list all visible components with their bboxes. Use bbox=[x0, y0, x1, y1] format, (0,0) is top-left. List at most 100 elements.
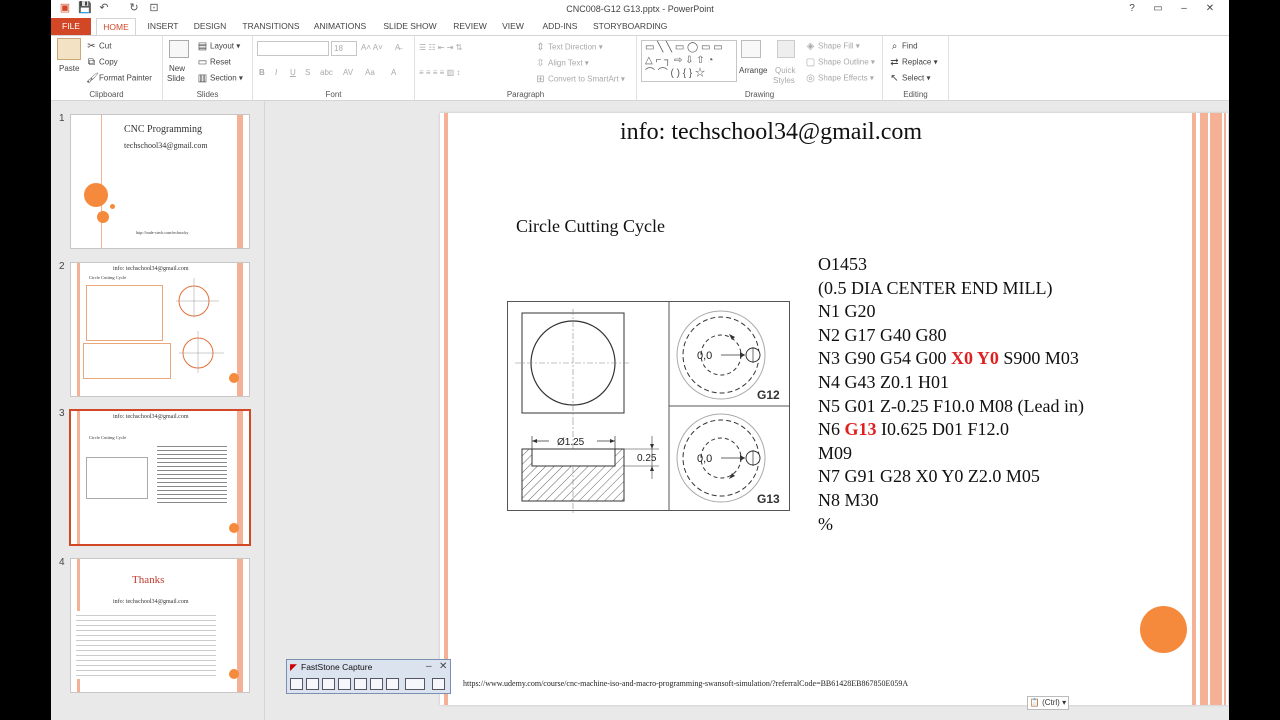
quick-styles-button[interactable]: Quick bbox=[775, 66, 795, 75]
decorative-orange-circle bbox=[1140, 606, 1187, 653]
capture-scroll-icon[interactable] bbox=[370, 678, 383, 690]
select-button[interactable]: ↖ Select ▾ bbox=[889, 73, 930, 84]
shape-effects-button[interactable]: ◎ Shape Effects ▾ bbox=[805, 73, 874, 84]
new-slide-button-line2[interactable]: Slide bbox=[167, 74, 185, 83]
ribbon-display-button[interactable]: ▭ bbox=[1145, 1, 1171, 16]
shape-outline-button[interactable]: ▢ Shape Outline ▾ bbox=[805, 57, 875, 68]
circle-cutting-drawing[interactable]: Ø1.25 0.25 0,0 G12 0,0 G13 bbox=[507, 301, 791, 513]
slide-thumb-2[interactable]: info: techschool34@gmail.com Circle Cutt… bbox=[70, 262, 250, 397]
gcode-program[interactable]: O1453 (0.5 DIA CENTER END MILL) N1 G20 N… bbox=[818, 253, 1084, 536]
faststone-logo-icon: ◤ bbox=[290, 662, 297, 672]
quick-styles-icon[interactable] bbox=[777, 40, 795, 58]
thumb-1-number: 1 bbox=[59, 113, 65, 124]
copy-label: Copy bbox=[99, 57, 118, 67]
font-size-box[interactable]: 18 bbox=[331, 41, 357, 56]
new-slide-button[interactable]: New bbox=[169, 64, 185, 73]
capture-freehand-icon[interactable] bbox=[338, 678, 351, 690]
slide-thumb-3[interactable]: info: techschool34@gmail.com Circle Cutt… bbox=[69, 409, 251, 546]
layout-button[interactable]: ▤ Layout ▾ bbox=[197, 41, 241, 52]
title-bar: ▣ 💾 ↶ ↻ ⊡ CNC008-G12 G13.pptx - PowerPoi… bbox=[51, 0, 1229, 18]
copy-icon: ⧉ bbox=[87, 57, 96, 68]
align-text-button[interactable]: ⇳ Align Text ▾ bbox=[535, 58, 589, 69]
tab-slide-show[interactable]: SLIDE SHOW bbox=[381, 18, 439, 35]
minimize-icon[interactable]: – bbox=[426, 661, 432, 672]
new-slide-icon[interactable] bbox=[169, 40, 189, 58]
code-text: N6 bbox=[818, 419, 845, 440]
clear-format-icon[interactable]: A̶ bbox=[395, 43, 400, 52]
capture-rect-icon[interactable] bbox=[322, 678, 335, 690]
powerpoint-window: ▣ 💾 ↶ ↻ ⊡ CNC008-G12 G13.pptx - PowerPoi… bbox=[51, 0, 1229, 720]
arrange-icon[interactable] bbox=[741, 40, 761, 58]
tab-transitions[interactable]: TRANSITIONS bbox=[241, 18, 301, 35]
tab-insert[interactable]: INSERT bbox=[146, 18, 180, 35]
close-icon[interactable]: ✕ bbox=[439, 661, 447, 672]
current-slide[interactable]: info: techschool34@gmail.com Circle Cutt… bbox=[440, 113, 1228, 705]
bullets-icon[interactable]: ☰ ☷ ⇤ ⇥ ⇅ bbox=[419, 43, 462, 52]
shapes-gallery[interactable]: ▭ ╲ ╲ ▭ ◯ ▭ ▭ △ ⌐ ┐ ⇨ ⇩ ⇧ ◔ ⌒ ⌒ ( ) { } ☆ bbox=[641, 40, 737, 82]
faststone-capture-toolbar[interactable]: ◤ FastStone Capture – ✕ bbox=[286, 659, 451, 694]
slide-thumb-4[interactable]: Thanks info: techschool34@gmail.com bbox=[70, 558, 250, 693]
font-name-box[interactable] bbox=[257, 41, 329, 56]
code-line: N8 M30 bbox=[818, 489, 879, 510]
paste-options-button[interactable]: 📋 (Ctrl) ▾ bbox=[1027, 696, 1069, 710]
italic-icon[interactable]: I bbox=[275, 68, 277, 77]
quick-styles-button-line2[interactable]: Styles bbox=[773, 76, 795, 85]
capture-object-icon[interactable] bbox=[306, 678, 319, 690]
slide-header[interactable]: info: techschool34@gmail.com bbox=[620, 119, 922, 146]
tab-home[interactable]: HOME bbox=[96, 18, 136, 35]
tab-design[interactable]: DESIGN bbox=[191, 18, 229, 35]
case-icon[interactable]: Aa bbox=[365, 68, 375, 77]
close-window-button[interactable]: ✕ bbox=[1197, 1, 1223, 16]
font-color-icon[interactable]: A bbox=[391, 68, 396, 77]
capture-fullscreen-icon[interactable] bbox=[354, 678, 367, 690]
copy-button[interactable]: ⧉ Copy bbox=[86, 57, 118, 68]
slide-right-band bbox=[1224, 113, 1226, 705]
cut-button[interactable]: ✂ Cut bbox=[86, 41, 111, 52]
center-label-2: 0,0 bbox=[697, 453, 712, 465]
find-button[interactable]: ⌕ Find bbox=[889, 41, 918, 52]
reset-button[interactable]: ▭ Reset bbox=[197, 57, 231, 68]
tab-review[interactable]: REVIEW bbox=[451, 18, 489, 35]
thumb-band bbox=[237, 115, 243, 248]
depth-label: 0.25 bbox=[637, 453, 657, 464]
tab-animations[interactable]: ANIMATIONS bbox=[312, 18, 368, 35]
help-button[interactable]: ? bbox=[1119, 1, 1145, 16]
text-direction-button[interactable]: ⇕ Text Direction ▾ bbox=[535, 42, 602, 53]
section-button[interactable]: ▥ Section ▾ bbox=[197, 73, 243, 84]
code-text: S900 M03 bbox=[998, 348, 1079, 369]
minimize-button[interactable]: – bbox=[1171, 1, 1197, 16]
slide-subtitle[interactable]: Circle Cutting Cycle bbox=[516, 216, 665, 237]
underline-icon[interactable]: U bbox=[290, 68, 296, 77]
align-icons[interactable]: ≡ ≡ ≡ ≡ ▥ ↕ bbox=[419, 68, 460, 77]
replace-button[interactable]: ⇄ Replace ▾ bbox=[889, 57, 937, 68]
spacing-icon[interactable]: AV bbox=[343, 68, 353, 77]
thumb-3-number: 3 bbox=[59, 408, 65, 419]
tab-view[interactable]: VIEW bbox=[499, 18, 527, 35]
strikethrough-icon[interactable]: abc bbox=[320, 68, 333, 77]
tab-add-ins[interactable]: ADD-INS bbox=[539, 18, 581, 35]
thumb-dot bbox=[229, 523, 239, 533]
shadow-icon[interactable]: S bbox=[305, 68, 310, 77]
capture-window-icon[interactable] bbox=[290, 678, 303, 690]
editing-label: Editing bbox=[903, 90, 928, 99]
tab-storyboarding[interactable]: STORYBOARDING bbox=[593, 18, 667, 35]
settings-icon[interactable] bbox=[432, 678, 445, 690]
capture-fixed-icon[interactable] bbox=[386, 678, 399, 690]
slide-thumbnail-panel: 1 CNC Programming techschool34@gmail.com… bbox=[51, 101, 265, 720]
slides-group: New Slide ▤ Layout ▾ ▭ Reset ▥ Section ▾ Sl… bbox=[163, 36, 253, 100]
arrange-button[interactable]: Arrange bbox=[739, 66, 767, 75]
bold-icon[interactable]: B bbox=[259, 68, 265, 77]
course-url[interactable]: https://www.udemy.com/course/cnc-machine… bbox=[463, 679, 908, 688]
scissors-icon: ✂ bbox=[87, 41, 96, 52]
paste-icon[interactable] bbox=[57, 38, 81, 60]
slide-thumb-1[interactable]: CNC Programming techschool34@gmail.com h… bbox=[70, 114, 250, 249]
format-painter-button[interactable]: 🖌Format Painter bbox=[86, 73, 152, 84]
diameter-label: Ø1.25 bbox=[557, 437, 585, 448]
shape-fill-button[interactable]: ◈ Shape Fill ▾ bbox=[805, 41, 860, 52]
thumb-band bbox=[77, 411, 80, 544]
tab-file[interactable]: FILE bbox=[51, 18, 91, 35]
grow-font-icon[interactable]: A˄ A˅ bbox=[361, 43, 383, 52]
paste-button[interactable]: Paste bbox=[59, 64, 79, 73]
smartart-button[interactable]: ⊞ Convert to SmartArt ▾ bbox=[535, 74, 625, 85]
output-icon[interactable] bbox=[405, 678, 425, 690]
